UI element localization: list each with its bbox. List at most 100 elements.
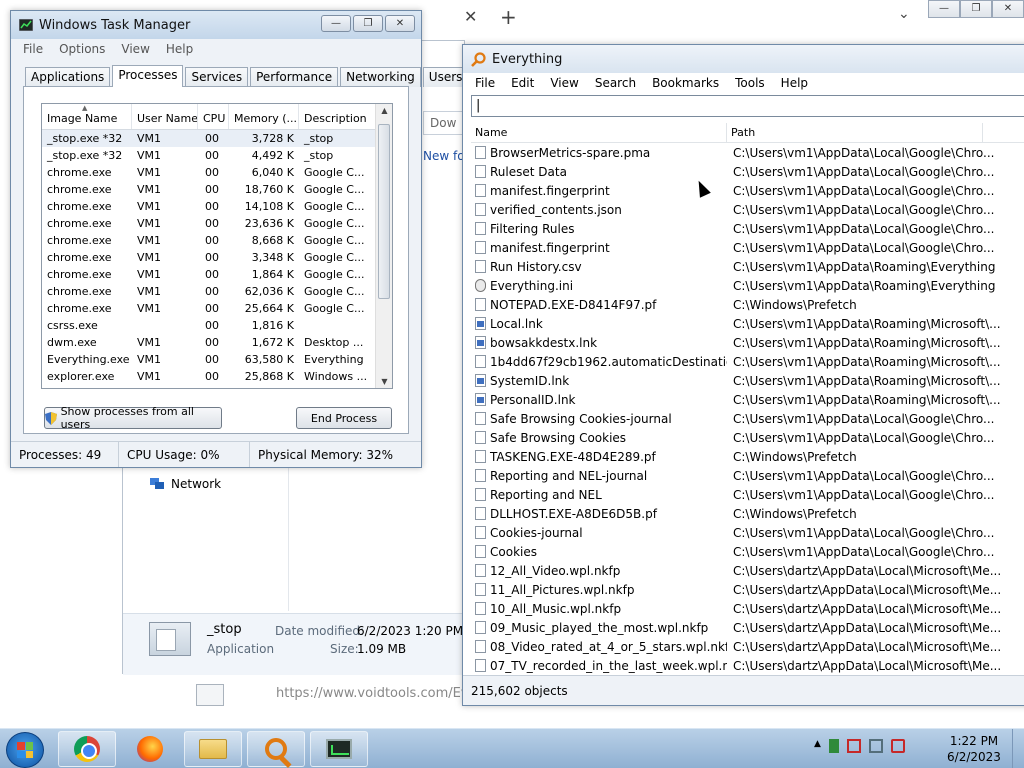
column-name[interactable]: Name (471, 123, 727, 142)
result-row[interactable]: Everything.ini C:\Users\vm1\AppData\Roami… (471, 276, 1024, 295)
tab-processes[interactable]: Processes (112, 65, 184, 87)
column-user-name[interactable]: User Name (132, 104, 198, 129)
show-all-processes-button[interactable]: Show processes from all users (44, 405, 222, 431)
nav-item-network[interactable]: Network (149, 477, 221, 491)
scroll-down-icon[interactable]: ▼ (376, 377, 392, 386)
process-row[interactable]: chrome.exe VM1 00 6,040 K Google C... (42, 164, 392, 181)
process-row[interactable]: chrome.exe VM1 00 3,348 K Google C... (42, 249, 392, 266)
menu-search[interactable]: Search (587, 76, 644, 90)
process-row[interactable]: chrome.exe VM1 00 14,108 K Google C... (42, 198, 392, 215)
taskbar-firefox[interactable] (121, 731, 179, 767)
search-input[interactable]: | (471, 95, 1024, 117)
menu-file[interactable]: File (15, 42, 51, 56)
result-row[interactable]: Safe Browsing Cookies-journal C:\Users\vm… (471, 409, 1024, 428)
taskbar-everything[interactable] (247, 731, 305, 767)
column-description[interactable]: Description (299, 104, 377, 129)
result-row[interactable]: PersonalID.lnk C:\Users\vm1\AppData\Roami… (471, 390, 1024, 409)
result-row[interactable]: manifest.fingerprint C:\Users\vm1\AppData… (471, 181, 1024, 200)
minimize-icon[interactable]: — (928, 0, 960, 18)
result-row[interactable]: Run History.csv C:\Users\vm1\AppData\Roam… (471, 257, 1024, 276)
process-row[interactable]: chrome.exe VM1 00 18,760 K Google C... (42, 181, 392, 198)
new-tab-icon[interactable]: + (500, 5, 517, 29)
result-row[interactable]: Filtering Rules C:\Users\vm1\AppData\Loca… (471, 219, 1024, 238)
page-url[interactable]: https://www.voidtools.com/Eve (276, 686, 464, 701)
column-cpu[interactable]: CPU (198, 104, 229, 129)
taskbar-task-manager[interactable] (310, 731, 368, 767)
close-tab-icon[interactable]: ✕ (464, 7, 477, 26)
column-path[interactable]: Path (727, 123, 983, 142)
network-tray-icon[interactable] (868, 739, 883, 753)
process-row[interactable]: Everything.exe VM1 00 63,580 K Everything (42, 351, 392, 368)
menu-view[interactable]: View (113, 42, 157, 56)
result-row[interactable]: Cookies C:\Users\vm1\AppData\Local\Google… (471, 542, 1024, 561)
process-row[interactable]: chrome.exe VM1 00 8,668 K Google C... (42, 232, 392, 249)
show-desktop-button[interactable] (1012, 729, 1024, 768)
result-row[interactable]: Reporting and NEL-journal C:\Users\vm1\Ap… (471, 466, 1024, 485)
process-row[interactable]: chrome.exe VM1 00 1,864 K Google C... (42, 266, 392, 283)
process-row[interactable]: dwm.exe VM1 00 1,672 K Desktop ... (42, 334, 392, 351)
end-process-button[interactable]: End Process (296, 407, 392, 429)
result-row[interactable]: 09_Music_played_the_most.wpl.nkfp C:\User… (471, 618, 1024, 637)
chevron-down-icon[interactable]: ⌄ (898, 6, 910, 22)
result-row[interactable]: BrowserMetrics-spare.pma C:\Users\vm1\App… (471, 143, 1024, 162)
result-row[interactable]: 08_Video_rated_at_4_or_5_stars.wpl.nkfp C… (471, 637, 1024, 656)
flag-warning-icon[interactable] (846, 739, 861, 753)
process-row[interactable]: chrome.exe VM1 00 25,664 K Google C... (42, 300, 392, 317)
process-row[interactable]: explorer.exe VM1 00 25,868 K Windows ... (42, 368, 392, 385)
result-row[interactable]: TASKENG.EXE-48D4E289.pf C:\Windows\Prefet… (471, 447, 1024, 466)
result-row[interactable]: 07_TV_recorded_in_the_last_week.wpl.nkfp… (471, 656, 1024, 675)
menu-file[interactable]: File (467, 76, 503, 90)
maximize-icon[interactable]: ❐ (353, 15, 383, 32)
result-row[interactable]: Reporting and NEL C:\Users\vm1\AppData\Lo… (471, 485, 1024, 504)
result-row[interactable]: DLLHOST.EXE-A8DE6D5B.pf C:\Windows\Prefet… (471, 504, 1024, 523)
result-row[interactable]: Local.lnk C:\Users\vm1\AppData\Roaming\Mi… (471, 314, 1024, 333)
maximize-icon[interactable]: ❐ (960, 0, 992, 18)
taskbar-explorer[interactable] (184, 731, 242, 767)
taskbar-chrome[interactable] (58, 731, 116, 767)
close-icon[interactable]: ✕ (385, 15, 415, 32)
status-green-icon[interactable] (828, 739, 839, 753)
result-row[interactable]: Safe Browsing Cookies C:\Users\vm1\AppDat… (471, 428, 1024, 447)
process-row[interactable]: chrome.exe VM1 00 62,036 K Google C... (42, 283, 392, 300)
result-row[interactable]: Cookies-journal C:\Users\vm1\AppData\Loca… (471, 523, 1024, 542)
result-row[interactable]: Ruleset Data C:\Users\vm1\AppData\Local\G… (471, 162, 1024, 181)
menu-help[interactable]: Help (158, 42, 201, 56)
task-manager-titlebar[interactable]: Windows Task Manager — ❐ ✕ (11, 11, 421, 39)
menu-options[interactable]: Options (51, 42, 113, 56)
process-row[interactable]: _stop.exe *32 VM1 00 3,728 K _stop (42, 130, 392, 147)
show-hidden-icons-icon[interactable]: ▲ (814, 739, 821, 753)
process-row[interactable]: chrome.exe VM1 00 23,636 K Google C... (42, 215, 392, 232)
result-row[interactable]: bowsakkdestx.lnk C:\Users\vm1\AppData\Roa… (471, 333, 1024, 352)
process-row[interactable]: csrss.exe 00 1,816 K (42, 317, 392, 334)
process-list-scrollbar[interactable]: ▲ ▼ (375, 104, 392, 388)
everything-titlebar[interactable]: Everything (463, 45, 1024, 73)
menu-view[interactable]: View (542, 76, 586, 90)
result-row[interactable]: 11_All_Pictures.wpl.nkfp C:\Users\dartz\A… (471, 580, 1024, 599)
column-memory[interactable]: Memory (... (229, 104, 299, 129)
process-row[interactable]: _stop.exe *32 VM1 00 4,492 K _stop (42, 147, 392, 164)
tab-performance[interactable]: Performance (250, 67, 339, 87)
system-clock[interactable]: 1:22 PM 6/2/2023 (944, 733, 1004, 765)
result-row[interactable]: SystemID.lnk C:\Users\vm1\AppData\Roaming… (471, 371, 1024, 390)
scroll-up-icon[interactable]: ▲ (376, 106, 392, 115)
menu-tools[interactable]: Tools (727, 76, 773, 90)
result-row[interactable]: manifest.fingerprint C:\Users\vm1\AppData… (471, 238, 1024, 257)
result-row[interactable]: verified_contents.json C:\Users\vm1\AppDa… (471, 200, 1024, 219)
close-icon[interactable]: ✕ (992, 0, 1024, 18)
start-button[interactable] (6, 732, 44, 768)
menu-bookmarks[interactable]: Bookmarks (644, 76, 727, 90)
tab-networking[interactable]: Networking (340, 67, 421, 87)
tab-services[interactable]: Services (185, 67, 249, 87)
process-list[interactable]: ▲ Image Name User Name CPU Memory (... D… (41, 103, 393, 389)
scrollbar-thumb[interactable] (378, 124, 390, 299)
volume-muted-icon[interactable] (890, 739, 905, 753)
results-list[interactable]: Name Path BrowserMetrics-spare.pma C:\Use… (471, 123, 1024, 677)
minimize-icon[interactable]: — (321, 15, 351, 32)
menu-help[interactable]: Help (773, 76, 816, 90)
result-row[interactable]: 1b4dd67f29cb1962.automaticDestinations..… (471, 352, 1024, 371)
menu-edit[interactable]: Edit (503, 76, 542, 90)
result-row[interactable]: 12_All_Video.wpl.nkfp C:\Users\dartz\AppD… (471, 561, 1024, 580)
tab-applications[interactable]: Applications (25, 67, 111, 87)
result-row[interactable]: NOTEPAD.EXE-D8414F97.pf C:\Windows\Prefet… (471, 295, 1024, 314)
result-row[interactable]: 10_All_Music.wpl.nkfp C:\Users\dartz\AppD… (471, 599, 1024, 618)
